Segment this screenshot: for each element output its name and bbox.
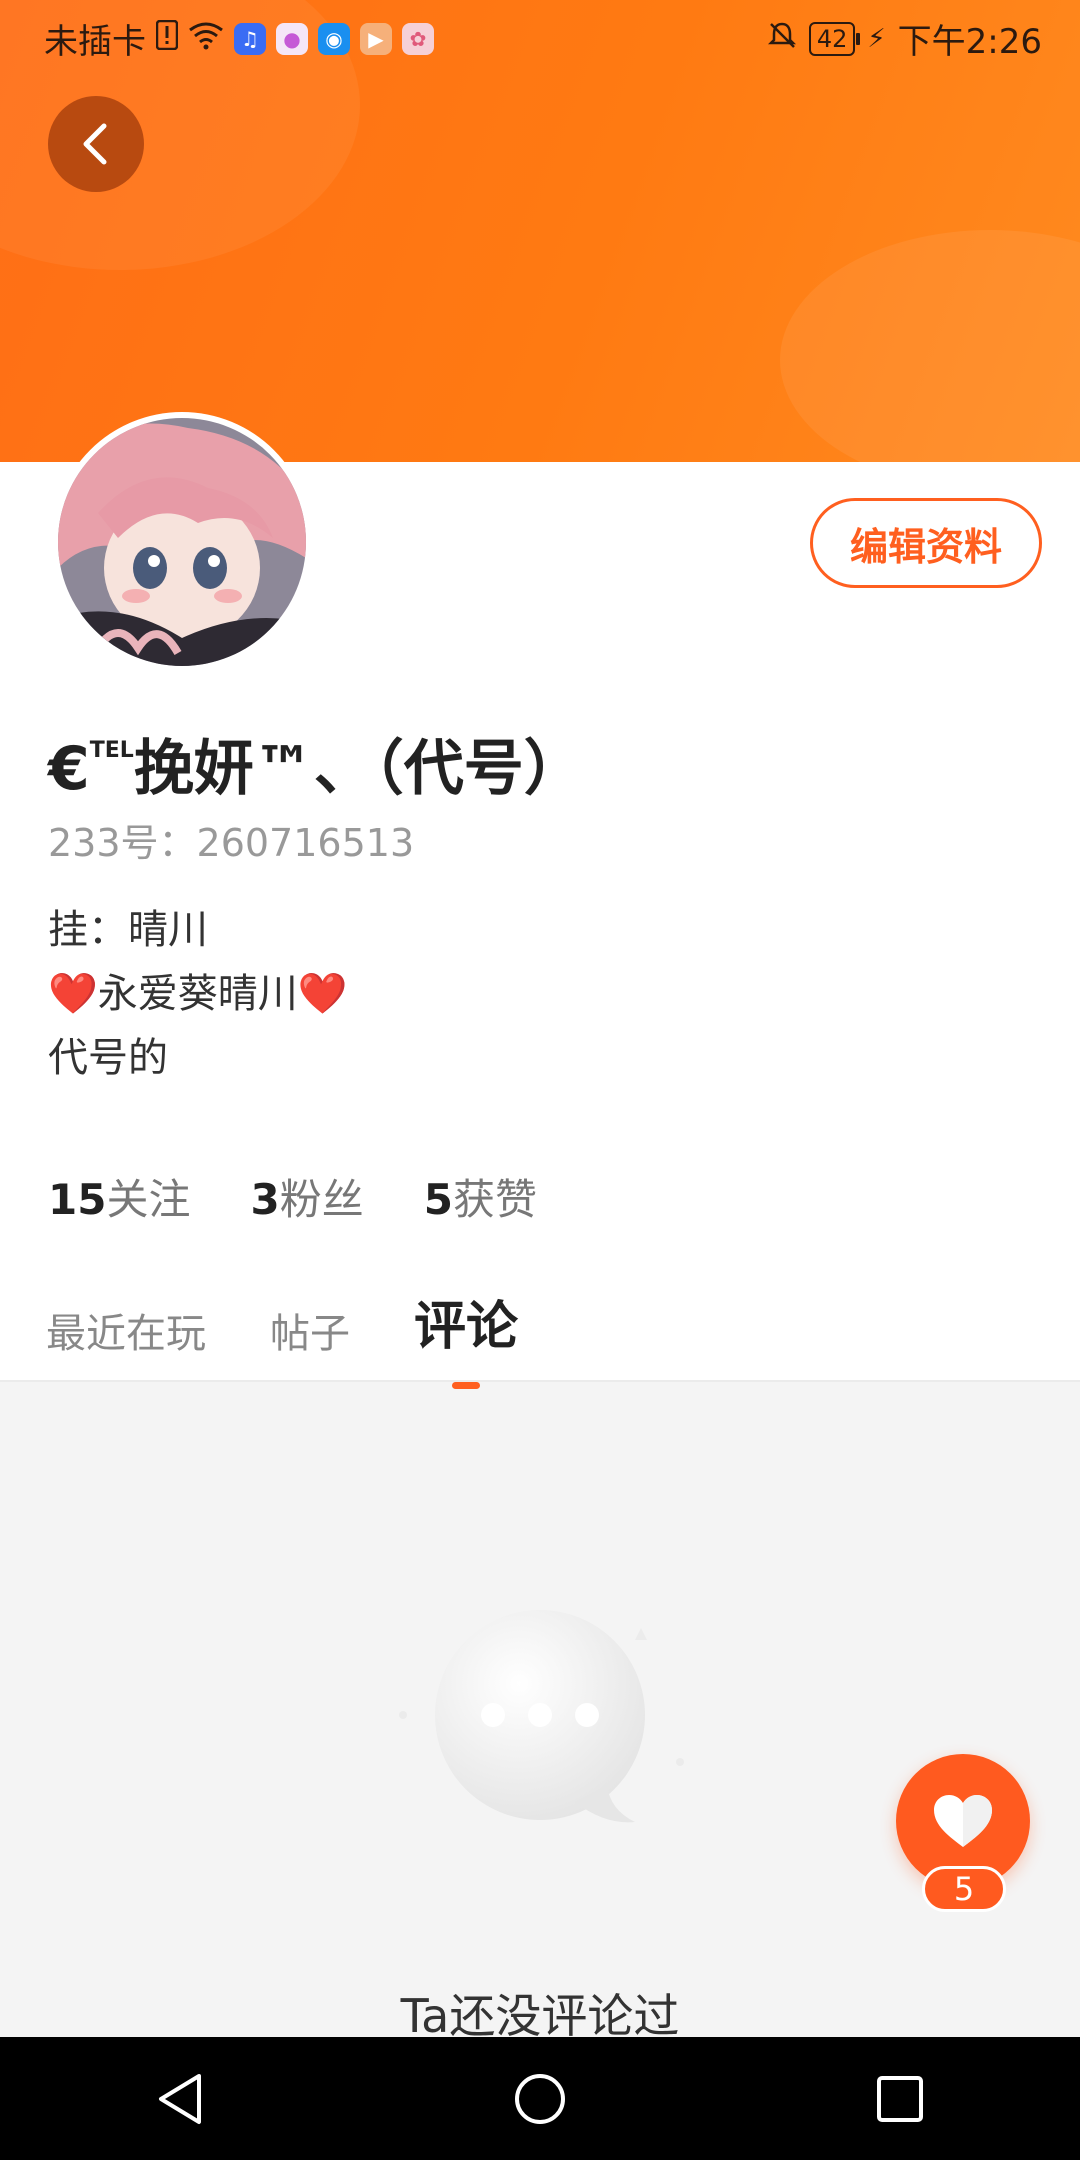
status-bar: 未插卡 ♫ ● ◉ ▶ ✿ 42 ⚡ 下午2:26 [0, 0, 1080, 72]
stat-following[interactable]: 15关注 [48, 1166, 190, 1227]
sim-alert-icon [155, 19, 179, 59]
chat-bubble-icon [395, 1540, 685, 1840]
carrier-text: 未插卡 [44, 22, 146, 62]
nav-recents-icon [877, 2075, 923, 2122]
stat-count: 5 [423, 1175, 453, 1224]
edit-profile-button[interactable]: 编辑资料 [810, 498, 1042, 588]
wifi-icon [188, 19, 224, 59]
battery-indicator: 42 [808, 21, 860, 56]
tab-comments[interactable]: 评论 [414, 1284, 519, 1389]
tab-comments-label: 评论 [414, 1297, 519, 1357]
nickname: €TEL挽妍™、（代号） [48, 720, 584, 807]
header-decoration [780, 230, 1080, 462]
heart-icon [934, 1795, 992, 1847]
like-count-badge: 5 [922, 1866, 1006, 1912]
stat-label: 关注 [106, 1175, 191, 1224]
charging-icon: ⚡ [867, 23, 886, 54]
nickname-main: 挽妍™、（代号） [133, 734, 584, 804]
user-id: 233号：260716513 [48, 821, 415, 865]
profile-tabs: 最近在玩 帖子 评论 [46, 1284, 519, 1389]
stat-label: 获赞 [452, 1175, 537, 1224]
clock-text: 下午2:26 [897, 22, 1042, 62]
browser-app-icon: ◉ [318, 22, 350, 55]
tab-recently-played[interactable]: 最近在玩 [46, 1301, 206, 1359]
stat-count: 15 [48, 1175, 107, 1224]
nickname-prefix: € [48, 734, 90, 804]
stat-followers[interactable]: 3粉丝 [250, 1166, 363, 1227]
nav-home-icon [515, 2073, 565, 2124]
nav-back-icon [159, 2073, 201, 2124]
system-navigation-bar [0, 2037, 1080, 2160]
bio-line: 挂：晴川 [48, 907, 208, 953]
gallery-app-icon: ✿ [402, 22, 434, 55]
profile-stats: 15关注 3粉丝 5获赞 [48, 1166, 537, 1227]
nav-recents-button[interactable] [840, 2049, 960, 2149]
bio-line: ❤️永爱葵晴川❤️ [48, 971, 348, 1017]
nav-home-button[interactable] [480, 2049, 600, 2149]
app-notification-icon: ● [276, 22, 308, 55]
back-icon [83, 123, 107, 165]
mute-bell-icon [767, 19, 797, 59]
bio: 挂：晴川 ❤️永爱葵晴川❤️ 代号的 [48, 898, 348, 1090]
music-app-icon: ♫ [234, 22, 266, 55]
video-app-icon: ▶ [360, 22, 392, 55]
nav-back-button[interactable] [120, 2049, 240, 2149]
tabs-divider [0, 1380, 1080, 1382]
active-tab-indicator [452, 1382, 480, 1389]
stat-label: 粉丝 [279, 1175, 364, 1224]
stat-count: 3 [250, 1175, 280, 1224]
avatar[interactable] [52, 412, 312, 672]
tab-posts[interactable]: 帖子 [270, 1301, 350, 1359]
nickname-superscript: TEL [89, 738, 134, 763]
back-button[interactable] [48, 96, 144, 192]
stat-likes[interactable]: 5获赞 [424, 1166, 537, 1227]
bio-line: 代号的 [48, 1035, 168, 1081]
